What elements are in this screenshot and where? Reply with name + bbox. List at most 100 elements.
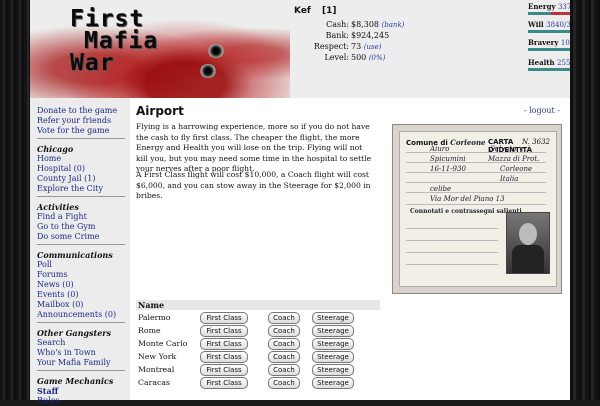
main-content: Airport - logout - Flying is a harrowing… [130,98,570,400]
cash-label: Cash: [326,20,349,29]
blood-splatter [30,0,290,98]
sidebar-link-hospital[interactable]: Hospital (0) [37,164,85,174]
card-handwriting: Mazza di Prot. [488,155,540,163]
first-class-button[interactable]: First Class [200,377,248,389]
first-class-button[interactable]: First Class [200,351,248,363]
sidebar-head-gangsters: Other Gangsters [37,328,112,338]
steerage-button[interactable]: Steerage [312,312,354,324]
sidebar-divider [37,370,125,371]
identity-card-image: Comune di Corleone CARTA D'IDENTITÀ N. 3… [392,124,562,294]
stat-label: Health [528,58,555,67]
city-name: New York [138,352,177,361]
sidebar-link-family[interactable]: Your Mafia Family [37,358,111,368]
sidebar-divider [37,138,125,139]
steerage-button[interactable]: Steerage [312,338,354,350]
stat-bravery: Bravery 1003/1003 [528,38,570,51]
stat-value: 1003/1003 [560,39,570,47]
coach-button[interactable]: Coach [268,338,300,350]
city-name: Monte Carlo [138,339,188,348]
sidebar: Donate to the game Refer your friends Vo… [30,98,130,405]
page-title: Airport [136,104,184,118]
coach-button[interactable]: Coach [268,325,300,337]
steerage-button[interactable]: Steerage [312,377,354,389]
airport-description: Flying is a harrowing experience, more s… [136,122,372,173]
sidebar-link-home[interactable]: Home [37,154,61,164]
sidebar-link-poll[interactable]: Poll [37,260,52,270]
stat-health: Health 2553/3025 [528,58,570,71]
sidebar-head-communications: Communications [37,250,113,260]
stat-label: Bravery [528,38,559,47]
first-class-button[interactable]: First Class [200,312,248,324]
will-bar [528,30,570,33]
city-name: Montreal [138,365,175,374]
stat-energy: Energy 337/1010 [528,2,570,15]
first-class-button[interactable]: First Class [200,325,248,337]
bank-link[interactable]: (bank) [382,21,405,29]
health-bar [528,68,570,71]
sidebar-link-fight[interactable]: Find a Fight [37,212,87,222]
card-handwriting: Corleone [500,165,533,173]
bank-label: Bank: [325,31,349,40]
logo-line-2: Mafia [84,28,159,54]
sidebar-link-jail[interactable]: County Jail (1) [37,174,96,184]
coach-button[interactable]: Coach [268,377,300,389]
sidebar-head-activities: Activities [37,202,79,212]
sidebar-divider [37,244,125,245]
steerage-button[interactable]: Steerage [312,351,354,363]
sidebar-link-events[interactable]: Events (0) [37,290,78,300]
logo[interactable]: First Mafia War [70,6,159,75]
sidebar-link-staff[interactable]: Staff [37,386,58,396]
card-line [406,192,546,193]
city-name: Rome [138,326,161,335]
card-handwriting: Via Mor del Piano 13 [430,195,505,203]
card-line [406,240,498,241]
card-line [406,252,498,253]
coach-button[interactable]: Coach [268,351,300,363]
sidebar-link-forums[interactable]: Forums [37,270,68,280]
use-respect-link[interactable]: (use) [364,43,382,51]
sidebar-link-donate[interactable]: Donate to the game [37,106,117,116]
card-comune-value: Corleone [450,138,486,147]
stat-value: 3840/3840 [546,21,570,29]
steerage-button[interactable]: Steerage [312,325,354,337]
steerage-button[interactable]: Steerage [312,364,354,376]
sidebar-link-crime[interactable]: Do some Crime [37,232,99,242]
card-handwriting: Salvatore [490,145,524,153]
energy-bar [528,12,570,15]
level-value: 500 [351,53,367,62]
table-row: Rome First Class Coach Steerage [136,325,380,337]
sidebar-link-announcements[interactable]: Announcements (0) [37,310,116,320]
first-class-button[interactable]: First Class [200,338,248,350]
logo-line-1: First [70,6,145,32]
header: First Mafia War Kef [1] Cash: $8,308 (ba… [30,0,570,98]
sidebar-link-vote[interactable]: Vote for the game [37,126,109,136]
first-class-button[interactable]: First Class [200,364,248,376]
sidebar-link-mailbox[interactable]: Mailbox (0) [37,300,83,310]
sidebar-divider [37,196,125,197]
level-label: Level: [324,53,349,62]
logout-link[interactable]: - logout - [524,106,560,115]
player-name-text: Kef [294,6,311,16]
card-line [406,264,498,265]
sidebar-link-news[interactable]: News (0) [37,280,74,290]
coach-button[interactable]: Coach [268,364,300,376]
card-number: N. 3632 [522,138,550,146]
respect-value: 73 [351,42,362,51]
sidebar-link-rules[interactable]: Rules [37,396,60,406]
sidebar-link-refer[interactable]: Refer your friends [37,116,111,126]
table-row: New York First Class Coach Steerage [136,351,380,363]
coach-button[interactable]: Coach [268,312,300,324]
stat-value: 337/1010 [557,3,570,11]
sidebar-link-gym[interactable]: Go to the Gym [37,222,95,232]
sidebar-head-mechanics: Game Mechanics [37,376,114,386]
card-line [406,182,546,183]
identity-photo [506,212,550,274]
right-frame [570,0,600,400]
cash-value: $8,308 [351,20,379,29]
sidebar-link-search[interactable]: Search [37,338,65,348]
sidebar-link-explore[interactable]: Explore the City [37,184,103,194]
sidebar-link-whos-in-town[interactable]: Who's in Town [37,348,96,358]
left-frame [0,0,30,400]
flight-costs: A First Class flight will cost $10,000, … [136,170,371,200]
bank-value: $924,245 [351,31,390,40]
